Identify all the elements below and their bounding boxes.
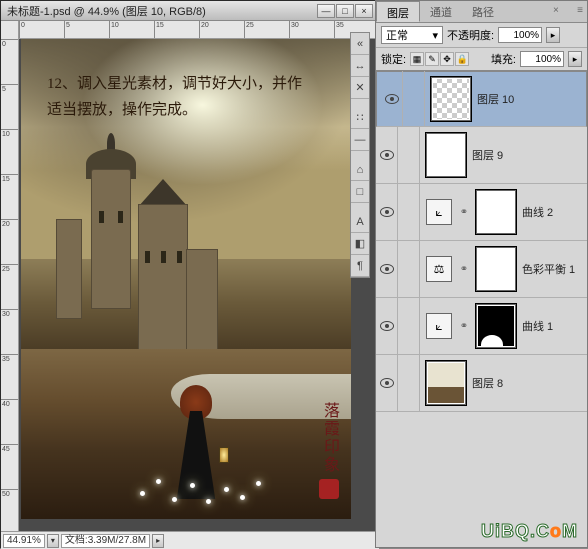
link-col[interactable] xyxy=(403,71,425,127)
adjustment-icon[interactable]: ⟀ xyxy=(426,313,452,339)
layer-name[interactable]: 曲线 2 xyxy=(522,204,581,220)
layer-row[interactable]: ⚖ ⚭ 色彩平衡 1 xyxy=(376,241,587,298)
adjustment-icon[interactable]: ⟀ xyxy=(426,199,452,225)
artist-signature: 落霞印象 xyxy=(317,402,341,474)
tool-btn-2[interactable]: ✕ xyxy=(351,77,369,99)
link-col[interactable] xyxy=(398,184,420,240)
artwork-image: 落霞印象 12、调入星光素材，调节好大小，并作适当摆放，操作完成。 xyxy=(21,39,351,519)
lock-pixels-icon[interactable]: ✎ xyxy=(425,52,439,66)
fill-field[interactable] xyxy=(520,51,564,67)
zoom-level[interactable]: 44.91% xyxy=(3,534,45,548)
layer-name[interactable]: 图层 8 xyxy=(472,375,581,391)
mask-thumbnail[interactable] xyxy=(476,247,516,291)
tool-btn-7[interactable]: A xyxy=(351,211,369,233)
tool-btn-1[interactable]: ↔ xyxy=(351,55,369,77)
layer-name[interactable]: 图层 9 xyxy=(472,147,581,163)
layers-list[interactable]: 图层 10 图层 9 ⟀ ⚭ 曲线 2 ⚖ xyxy=(376,71,587,547)
layer-name[interactable]: 色彩平衡 1 xyxy=(522,261,581,277)
link-col[interactable] xyxy=(398,127,420,183)
lock-label: 锁定: xyxy=(381,51,406,67)
eye-icon xyxy=(380,207,394,217)
opacity-label: 不透明度: xyxy=(447,27,494,43)
blend-opacity-row: 正常 ▾ 不透明度: ▸ xyxy=(376,23,587,48)
link-icon[interactable]: ⚭ xyxy=(458,264,470,275)
mask-thumbnail[interactable] xyxy=(476,190,516,234)
layer-thumbnail[interactable] xyxy=(431,77,471,121)
document-window: 未标题-1.psd @ 44.9% (图层 10, RGB/8) — □ × 0… xyxy=(0,0,380,548)
lock-all-icon[interactable]: 🔒 xyxy=(455,52,469,66)
document-titlebar[interactable]: 未标题-1.psd @ 44.9% (图层 10, RGB/8) — □ × xyxy=(1,1,379,21)
lock-transparent-icon[interactable]: ▦ xyxy=(410,52,424,66)
visibility-toggle[interactable] xyxy=(376,355,398,411)
link-col[interactable] xyxy=(398,298,420,354)
link-col[interactable] xyxy=(398,241,420,297)
layer-row[interactable]: 图层 10 xyxy=(376,71,587,127)
panel-tab-close-icon[interactable]: × xyxy=(553,5,563,16)
docinfo-menu[interactable]: ▸ xyxy=(152,534,164,548)
eye-icon xyxy=(385,94,399,104)
tool-btn-8[interactable]: ◧ xyxy=(351,233,369,255)
opacity-field[interactable] xyxy=(498,27,542,43)
sparkles xyxy=(136,469,276,509)
visibility-toggle[interactable] xyxy=(376,184,398,240)
link-icon[interactable]: ⚭ xyxy=(458,207,470,218)
eye-icon xyxy=(380,264,394,274)
doc-info[interactable]: 文档:3.39M/27.8M xyxy=(61,534,150,548)
fill-flyout[interactable]: ▸ xyxy=(568,51,582,67)
layer-thumbnail[interactable] xyxy=(426,361,466,405)
toolstrip-expand[interactable]: « xyxy=(351,33,369,55)
fill-label: 填充: xyxy=(491,51,516,67)
layer-thumbnail[interactable] xyxy=(426,133,466,177)
tab-paths[interactable]: 路径 xyxy=(462,1,504,22)
layer-name[interactable]: 曲线 1 xyxy=(522,318,581,334)
watermark: UiBQ.CoM xyxy=(481,521,578,542)
tool-btn-9[interactable]: ¶ xyxy=(351,255,369,277)
layer-row[interactable]: 图层 8 xyxy=(376,355,587,412)
window-minimize-button[interactable]: — xyxy=(317,4,335,18)
visibility-toggle[interactable] xyxy=(381,71,403,127)
tool-btn-3[interactable]: ∷ xyxy=(351,107,369,129)
eye-icon xyxy=(380,321,394,331)
zoom-dropdown[interactable]: ▾ xyxy=(47,534,59,548)
eye-icon xyxy=(380,150,394,160)
collapsed-toolstrip: « ↔ ✕ ∷ — ⌂ □ A ◧ ¶ xyxy=(350,32,370,278)
layer-row[interactable]: 图层 9 xyxy=(376,127,587,184)
link-icon[interactable]: ⚭ xyxy=(458,321,470,332)
lock-fill-row: 锁定: ▦ ✎ ✥ 🔒 填充: ▸ xyxy=(376,48,587,71)
opacity-flyout[interactable]: ▸ xyxy=(546,27,560,43)
tab-layers[interactable]: 图层 xyxy=(376,1,420,22)
status-bar: 44.91% ▾ 文档:3.39M/27.8M ▸ xyxy=(1,531,379,549)
blend-mode-select[interactable]: 正常 ▾ xyxy=(381,26,443,44)
link-col[interactable] xyxy=(398,355,420,411)
vertical-ruler[interactable]: 0 5 10 15 20 25 30 35 40 45 50 xyxy=(1,21,19,531)
tutorial-caption: 12、调入星光素材，调节好大小，并作适当摆放，操作完成。 xyxy=(47,71,311,123)
layers-panel: 图层 通道 路径 × ≡ 正常 ▾ 不透明度: ▸ 锁定: ▦ ✎ ✥ 🔒 填充… xyxy=(375,0,588,548)
layer-row[interactable]: ⟀ ⚭ 曲线 2 xyxy=(376,184,587,241)
adjustment-icon[interactable]: ⚖ xyxy=(426,256,452,282)
blend-mode-label: 正常 xyxy=(386,27,408,43)
document-title: 未标题-1.psd @ 44.9% (图层 10, RGB/8) xyxy=(7,3,317,19)
lock-position-icon[interactable]: ✥ xyxy=(440,52,454,66)
document-canvas[interactable]: 落霞印象 12、调入星光素材，调节好大小，并作适当摆放，操作完成。 xyxy=(19,39,379,531)
tool-btn-5[interactable]: ⌂ xyxy=(351,159,369,181)
dropdown-icon: ▾ xyxy=(432,29,438,42)
layer-row[interactable]: ⟀ ⚭ 曲线 1 xyxy=(376,298,587,355)
window-maximize-button[interactable]: □ xyxy=(336,4,354,18)
panel-tabs: 图层 通道 路径 × ≡ xyxy=(376,1,587,23)
visibility-toggle[interactable] xyxy=(376,298,398,354)
tool-btn-6[interactable]: □ xyxy=(351,181,369,203)
tab-channels[interactable]: 通道 xyxy=(420,1,462,22)
horizontal-ruler[interactable]: 0 5 10 15 20 25 30 35 xyxy=(19,21,379,39)
visibility-toggle[interactable] xyxy=(376,241,398,297)
panel-menu-icon[interactable]: ≡ xyxy=(577,5,583,16)
mask-thumbnail[interactable] xyxy=(476,304,516,348)
tool-btn-4[interactable]: — xyxy=(351,129,369,151)
eye-icon xyxy=(380,378,394,388)
lock-icons: ▦ ✎ ✥ 🔒 xyxy=(410,52,469,66)
visibility-toggle[interactable] xyxy=(376,127,398,183)
window-close-button[interactable]: × xyxy=(355,4,373,18)
artist-seal xyxy=(319,479,339,499)
layer-name[interactable]: 图层 10 xyxy=(477,91,576,107)
